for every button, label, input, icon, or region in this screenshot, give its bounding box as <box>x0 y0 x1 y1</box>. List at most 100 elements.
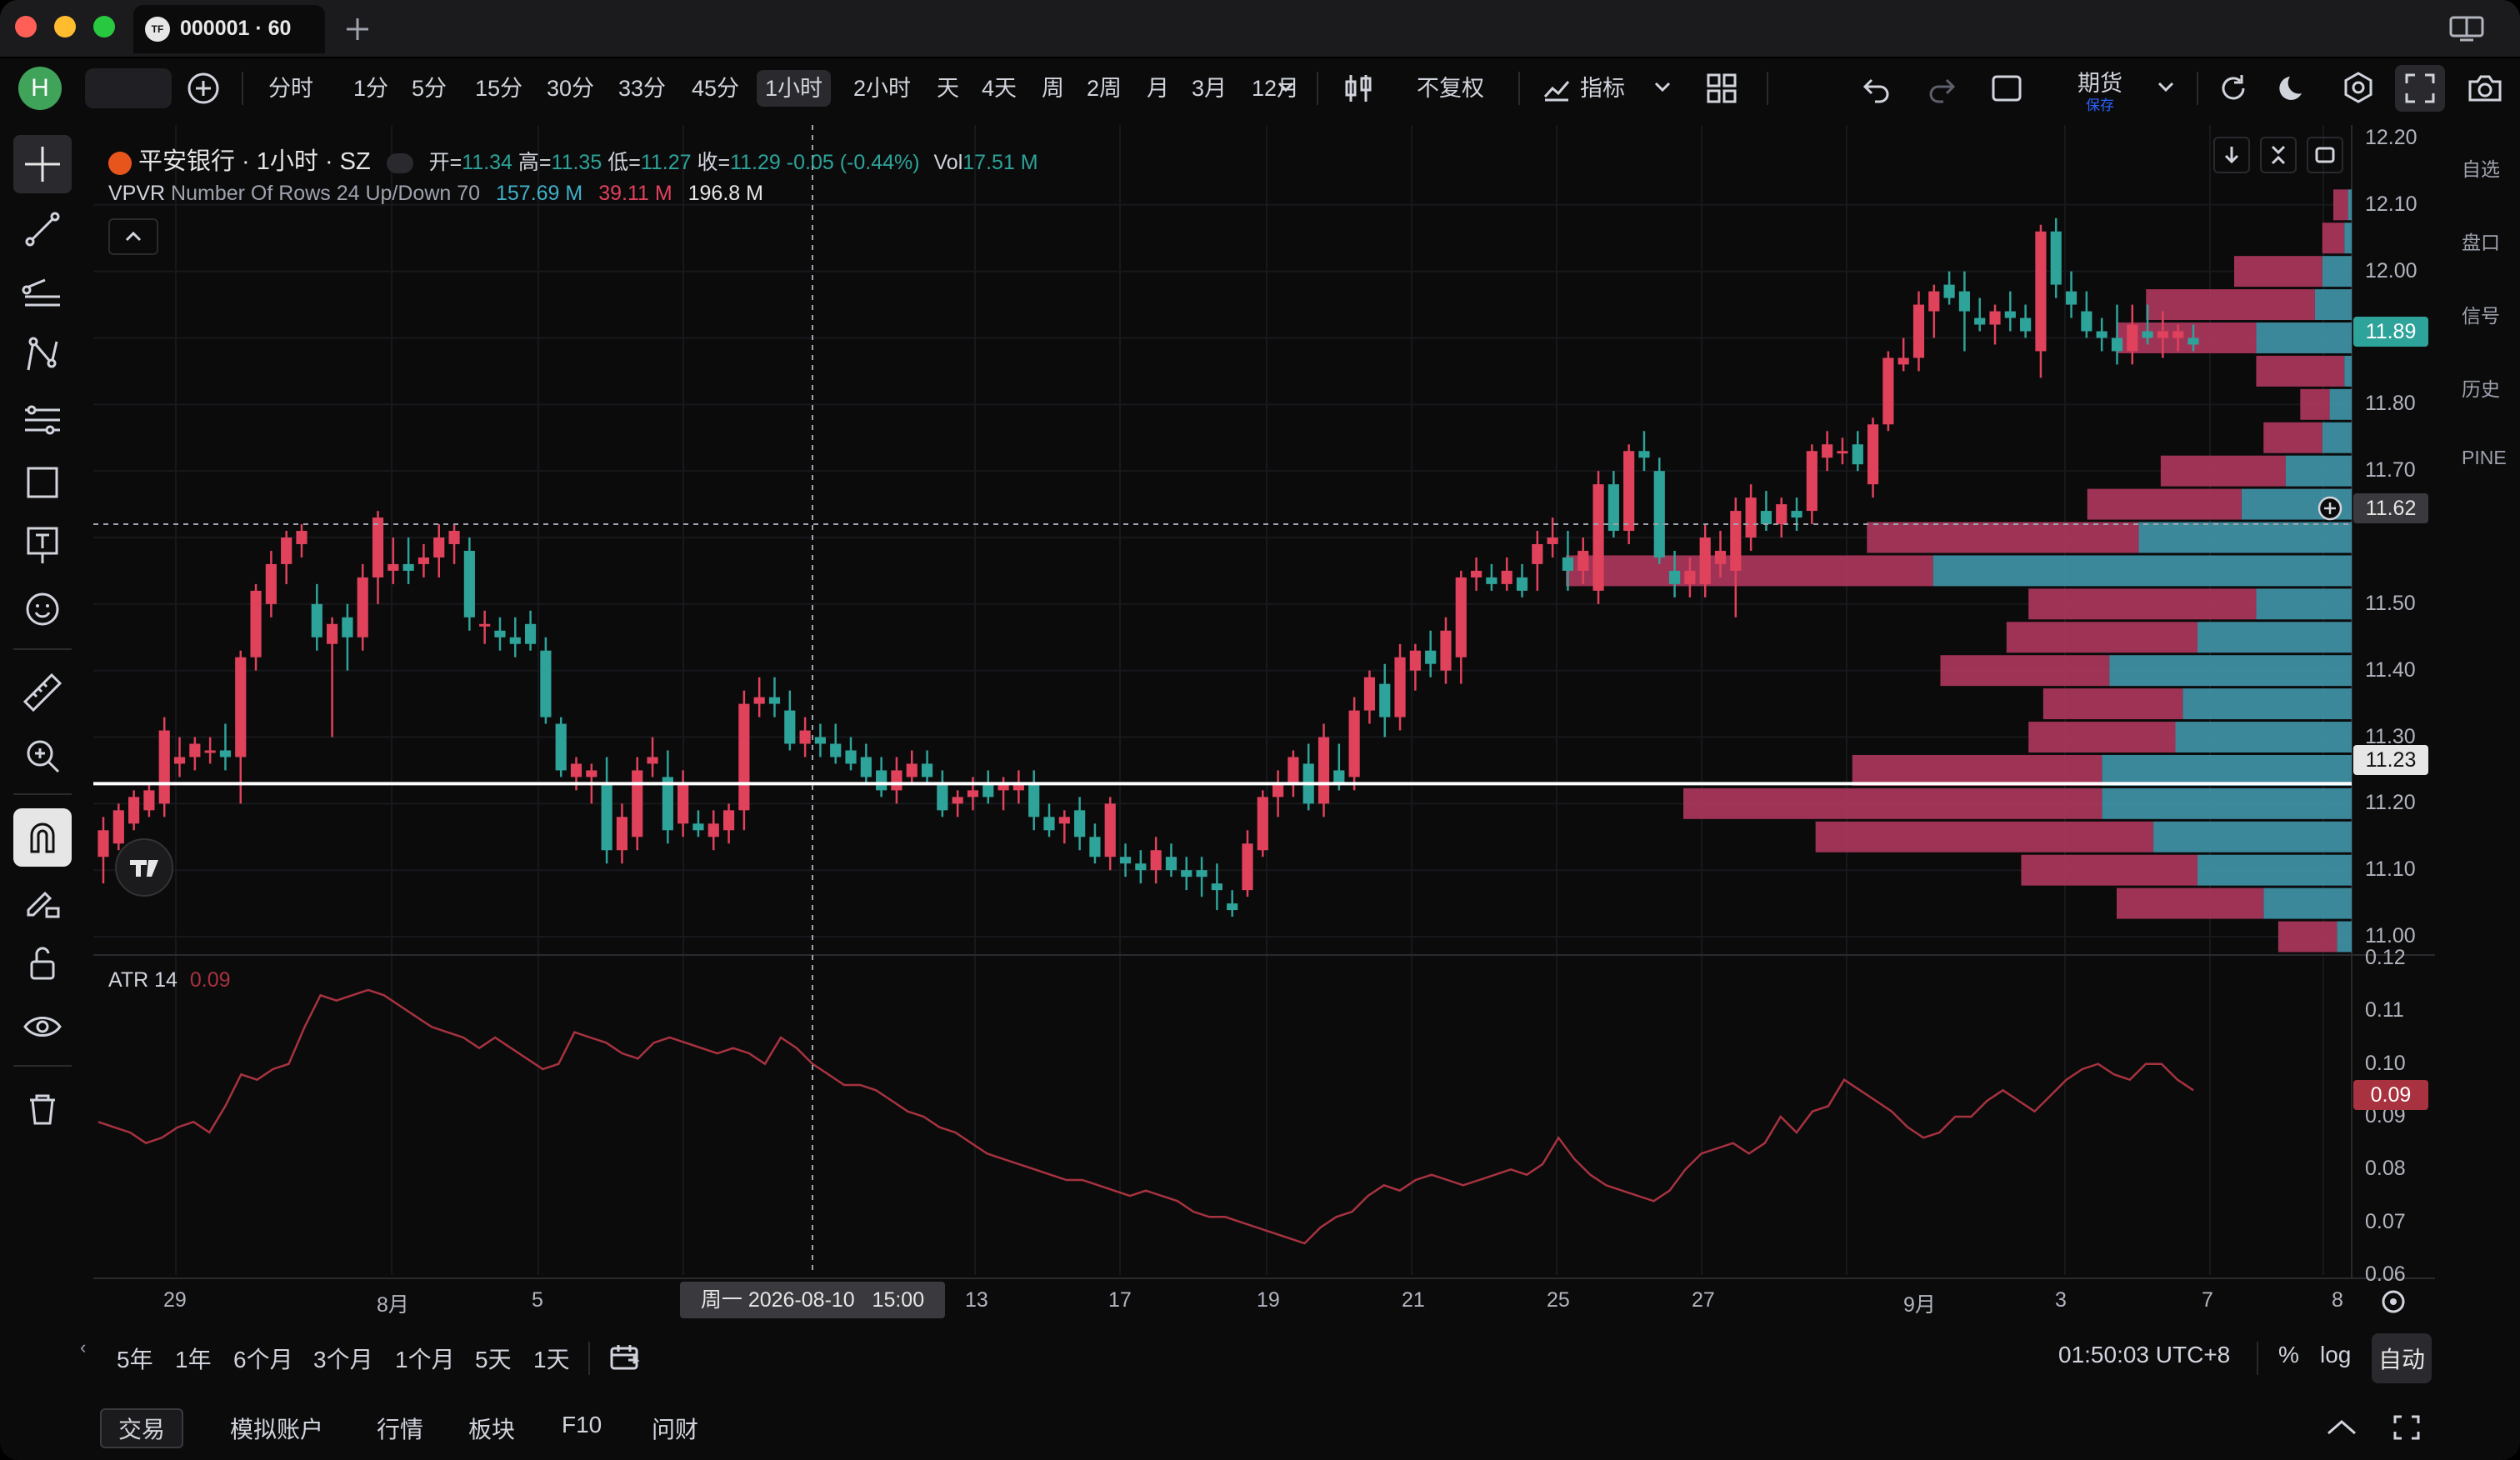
sidebar-item-1[interactable]: 盘口 <box>2462 227 2500 255</box>
range-button-6[interactable]: 1天 <box>533 1342 570 1375</box>
bottom-tab-3[interactable]: 板块 <box>468 1412 515 1445</box>
auto-scale-button[interactable]: 自动 <box>2378 1342 2425 1375</box>
scroll-to-latest-button[interactable] <box>2213 137 2250 173</box>
candle-body <box>1074 810 1086 838</box>
candle-body <box>2111 338 2123 352</box>
vp-down-bar <box>2160 455 2286 487</box>
vp-down-bar <box>2233 256 2322 288</box>
range-button-3[interactable]: 3个月 <box>313 1342 373 1375</box>
range-button-4[interactable]: 1个月 <box>395 1342 455 1375</box>
candle-body <box>1532 543 1543 564</box>
range-button-2[interactable]: 6个月 <box>233 1342 293 1375</box>
vp-down-bar <box>1815 821 2154 852</box>
candle-body <box>158 730 170 804</box>
candle-body <box>1333 770 1345 784</box>
atr-tick: 0.07 <box>2365 1209 2406 1233</box>
legend-collapse-icon[interactable] <box>386 153 413 174</box>
candle-body <box>2065 291 2078 305</box>
time-tick: 9月 <box>1903 1293 1936 1317</box>
bottom-tab-0[interactable]: 交易 <box>100 1408 184 1448</box>
sidebar-item-0[interactable]: 自选 <box>2462 153 2500 182</box>
bottom-tab-2[interactable]: 行情 <box>377 1412 423 1445</box>
vp-up-bar <box>2153 821 2352 852</box>
price-tick: 11.80 <box>2365 392 2416 416</box>
vp-down-bar <box>2042 688 2183 720</box>
candle-body <box>433 538 445 558</box>
candle-body <box>1425 650 1437 664</box>
candle-body <box>1974 318 1986 325</box>
sidebar-item-3[interactable]: 历史 <box>2462 373 2500 402</box>
maximize-panel-icon[interactable] <box>2392 1413 2422 1442</box>
expand-panel-chevron-icon[interactable] <box>2325 1415 2358 1440</box>
price-tick: 12.20 <box>2365 125 2418 149</box>
candle-body <box>1288 757 1299 784</box>
candle-body <box>860 757 872 778</box>
maximize-pane-button[interactable] <box>2307 137 2343 173</box>
candle-body <box>327 623 338 644</box>
candle-body <box>173 757 186 764</box>
candle-body <box>1501 570 1512 584</box>
candle-body <box>2188 338 2199 345</box>
candle-body <box>1089 837 1101 858</box>
atr-legend: ATR 14 0.09 <box>108 968 231 992</box>
candle-body <box>1318 737 1330 804</box>
vp-down-bar <box>1940 655 2110 687</box>
candle-body <box>219 750 232 758</box>
vpvr-total: 196.8 M <box>688 182 763 205</box>
range-button-0[interactable]: 5年 <box>117 1342 153 1375</box>
candle-body <box>692 823 704 831</box>
price-chart[interactable] <box>0 0 2520 1460</box>
candle-body <box>784 710 796 744</box>
legend-symbol[interactable]: 平安银行 · 1小时 · SZ <box>138 148 371 175</box>
hline-price-badge: 11.23 <box>2353 745 2428 775</box>
collapse-arrow-icon[interactable]: ‹ <box>80 1337 86 1358</box>
candle-body <box>1227 903 1238 911</box>
sidebar-item-2[interactable]: 信号 <box>2462 300 2500 328</box>
bottom-tab-4[interactable]: F10 <box>562 1412 602 1438</box>
vp-up-bar <box>2175 722 2352 752</box>
percent-scale-button[interactable]: % <box>2278 1342 2299 1368</box>
candle-body <box>921 763 933 778</box>
goto-date-icon[interactable] <box>607 1340 643 1377</box>
range-button-5[interactable]: 5天 <box>475 1342 512 1375</box>
candle-body <box>616 817 628 851</box>
plus-circle-icon <box>2318 496 2342 521</box>
main-legend: 平安银行 · 1小时 · SZ 开=11.34 高=11.35 低=11.27 … <box>108 142 1038 177</box>
vp-down-bar <box>2278 921 2338 952</box>
bottom-tab-5[interactable]: 问财 <box>652 1412 698 1445</box>
candle-body <box>952 797 963 804</box>
vp-down-bar <box>2263 422 2322 453</box>
candle-body <box>1730 511 1742 571</box>
atr-value: 0.09 <box>189 968 231 992</box>
candle-body <box>1806 451 1818 512</box>
clock[interactable]: 01:50:03 UTC+8 <box>2058 1342 2230 1368</box>
legend-toggle-button[interactable] <box>108 218 158 255</box>
chart-settings-gear-icon[interactable] <box>2378 1287 2408 1317</box>
vp-up-bar <box>2348 189 2352 221</box>
candle-body <box>1562 557 1574 571</box>
atr-label[interactable]: ATR 14 <box>108 968 178 992</box>
candle-body <box>2142 331 2153 338</box>
candle-body <box>1668 570 1681 584</box>
range-button-1[interactable]: 1年 <box>175 1342 212 1375</box>
vpvr-label[interactable]: VPVR <box>108 182 165 205</box>
candle-body <box>1409 650 1421 671</box>
add-alert-button[interactable] <box>2317 495 2343 522</box>
vp-up-bar <box>2344 222 2352 254</box>
candle-body <box>937 783 948 811</box>
candle-body <box>1822 444 1833 458</box>
sidebar-item-4[interactable]: PINE <box>2462 447 2507 469</box>
candle-body <box>2004 311 2016 318</box>
tradingview-logo[interactable] <box>115 838 173 897</box>
atr-tick: 0.11 <box>2365 998 2404 1022</box>
candle-body <box>845 750 857 764</box>
vp-down-bar <box>1852 754 2102 786</box>
candle-body <box>1150 850 1162 871</box>
candle-body <box>1135 863 1147 871</box>
log-scale-button[interactable]: log <box>2320 1342 2351 1368</box>
candle-body <box>509 637 521 644</box>
time-tick: 19 <box>1257 1288 1280 1312</box>
candle-body <box>1852 444 1863 465</box>
collapse-pane-button[interactable] <box>2260 137 2297 173</box>
bottom-tab-1[interactable]: 模拟账户 <box>230 1412 323 1445</box>
